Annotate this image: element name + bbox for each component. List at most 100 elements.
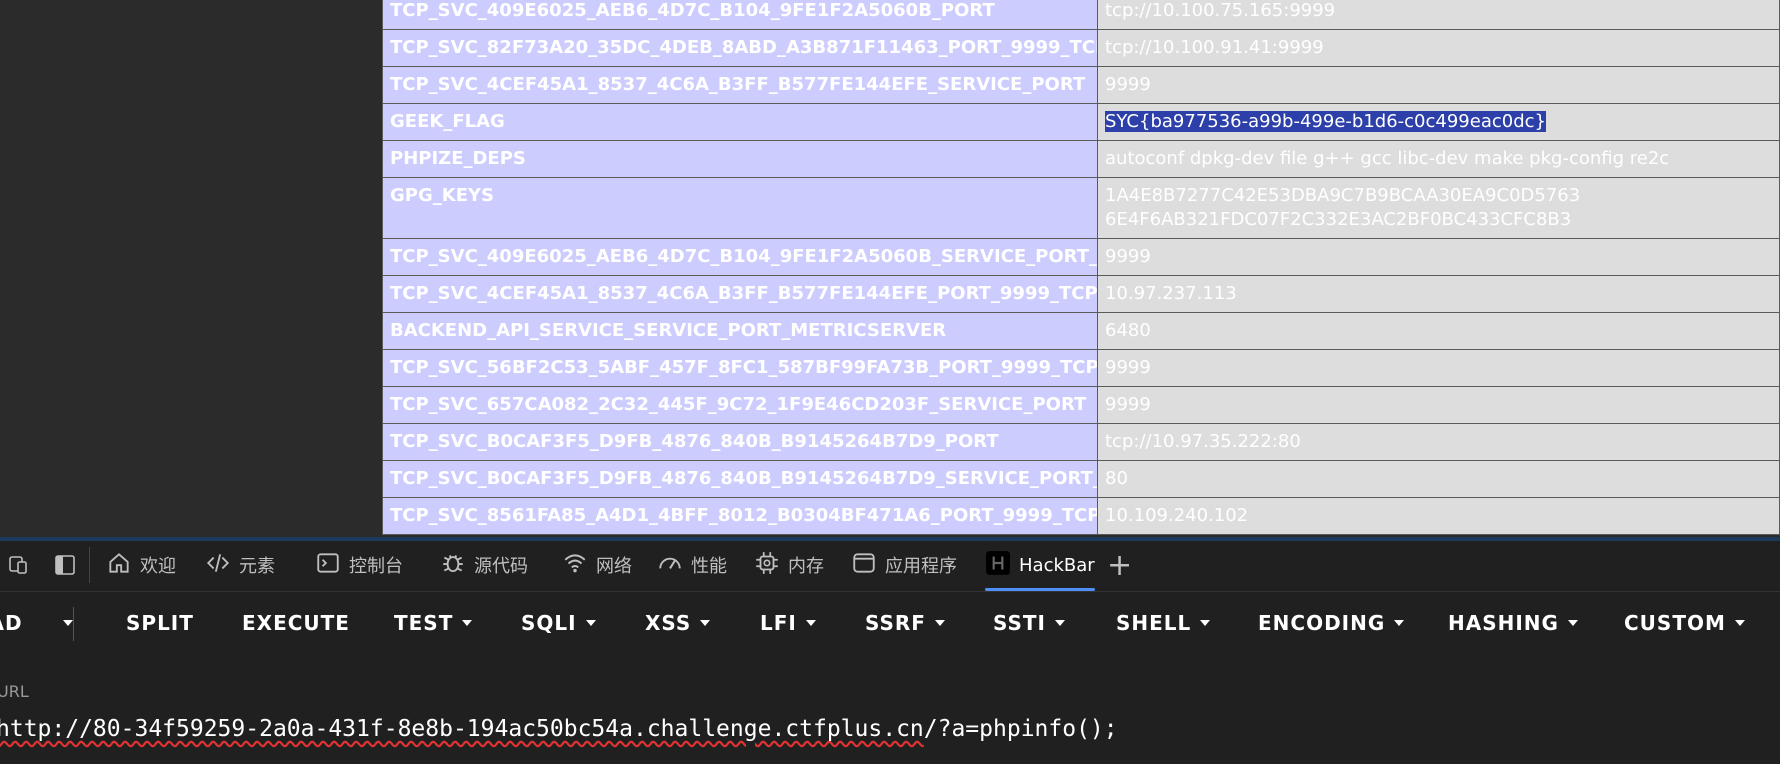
dropdown-caret-icon <box>700 620 711 626</box>
toolbar-button-label: ENCODING <box>1258 611 1386 635</box>
env-key: TCP_SVC_56BF2C53_5ABF_457F_8FC1_587BF99F… <box>382 349 1098 387</box>
env-value: 80 <box>1097 460 1780 498</box>
env-row: TCP_SVC_B0CAF3F5_D9FB_4876_840B_B9145264… <box>382 423 1780 461</box>
env-value-line: 1A4E8B7277C42E53DBA9C7B9BCAA30EA9C0D5763 <box>1105 185 1581 206</box>
chip-icon <box>754 550 788 581</box>
add-tab-icon[interactable]: + <box>1107 541 1132 589</box>
env-row: TCP_SVC_56BF2C53_5ABF_457F_8FC1_587BF99F… <box>382 349 1780 387</box>
env-key: TCP_SVC_409E6025_AEB6_4D7C_B104_9FE1F2A5… <box>382 238 1098 276</box>
tab-label: 元素 <box>239 556 275 577</box>
env-value: autoconf dpkg-dev file g++ gcc libc-dev … <box>1097 140 1780 178</box>
active-tab-indicator <box>985 588 1095 591</box>
gauge-icon <box>657 550 691 581</box>
custom-button[interactable]: CUSTOM <box>1624 593 1745 653</box>
env-value: 9999 <box>1097 386 1780 424</box>
toolbar-button-label: LFI <box>760 611 797 635</box>
toolbar-button-label: CUSTOM <box>1624 611 1726 635</box>
devtools-tabbar: 欢迎 元素 控制台 源代码 网络 性能 内存 应用程序 HackBar + <box>0 541 1780 592</box>
url-path: /?a=phpinfo(); <box>923 716 1118 742</box>
env-value: tcp://10.100.91.41:9999 <box>1097 29 1780 67</box>
toolbar-button-label: EXECUTE <box>242 611 350 635</box>
env-row: GEEK_FLAG SYC{ba977536-a99b-499e-b1d6-c0c… <box>382 103 1780 141</box>
env-key: GEEK_FLAG <box>382 103 1098 141</box>
env-key: TCP_SVC_4CEF45A1_8537_4C6A_B3FF_B577FE14… <box>382 275 1098 313</box>
home-icon <box>106 550 140 581</box>
sqli-button[interactable]: SQLI <box>521 593 596 653</box>
env-value: tcp://10.100.75.165:9999 <box>1097 0 1780 30</box>
xss-button[interactable]: XSS <box>645 593 711 653</box>
tab-label: 内存 <box>788 556 824 577</box>
tab-chip[interactable]: 内存 <box>754 541 824 589</box>
env-key: TCP_SVC_B0CAF3F5_D9FB_4876_840B_B9145264… <box>382 423 1098 461</box>
tab-hackbar[interactable]: HackBar <box>985 541 1095 591</box>
lfi-button[interactable]: LFI <box>760 593 816 653</box>
dropdown-caret-icon <box>585 620 596 626</box>
bug-icon <box>440 550 474 581</box>
env-value: 9999 <box>1097 349 1780 387</box>
toolbar-button-label: SPLIT <box>126 611 194 635</box>
hackbar-url-area: URL http://80-34f59259-2a0a-431f-8e8b-19… <box>0 666 1780 764</box>
env-key: PHPIZE_DEPS <box>382 140 1098 178</box>
toolbar-button-label: SQLI <box>521 611 577 635</box>
toolbar-button-label: XSS <box>645 611 692 635</box>
env-row: PHPIZE_DEPS autoconf dpkg-dev file g++ gc… <box>382 140 1780 178</box>
console-icon <box>315 550 349 581</box>
env-key: TCP_SVC_8561FA85_A4D1_4BFF_8012_B0304BF4… <box>382 497 1098 535</box>
shell-button[interactable]: SHELL <box>1116 593 1211 653</box>
tab-wifi[interactable]: 网络 <box>562 541 632 589</box>
env-key: TCP_SVC_4CEF45A1_8537_4C6A_B3FF_B577FE14… <box>382 66 1098 104</box>
url-input[interactable]: http://80-34f59259-2a0a-431f-8e8b-194ac5… <box>0 716 1118 742</box>
env-value: tcp://10.97.35.222:80 <box>1097 423 1780 461</box>
env-row: GPG_KEYS 1A4E8B7277C42E53DBA9C7B9BCAA30EA… <box>382 177 1780 239</box>
dropdown-caret-icon <box>1055 620 1065 626</box>
dock-side-icon[interactable] <box>53 541 85 589</box>
page-viewport: TCP_SVC_409E6025_AEB6_4D7C_B104_9FE1F2A5… <box>0 0 1780 537</box>
url-host: http://80-34f59259-2a0a-431f-8e8b-194ac5… <box>0 716 924 742</box>
env-value: 9999 <box>1097 238 1780 276</box>
env-value: 6480 <box>1097 312 1780 350</box>
env-key: TCP_SVC_409E6025_AEB6_4D7C_B104_9FE1F2A5… <box>382 0 1098 30</box>
tab-window[interactable]: 应用程序 <box>851 541 957 589</box>
tab-label: 欢迎 <box>140 556 176 577</box>
dropdown-caret-icon <box>1394 620 1405 626</box>
env-key: GPG_KEYS <box>382 177 1098 239</box>
ssti-button[interactable]: SSTI <box>993 593 1065 653</box>
hashing-button[interactable]: HASHING <box>1448 593 1578 653</box>
encoding-button[interactable]: ENCODING <box>1258 593 1405 653</box>
devtools-panel: 欢迎 元素 控制台 源代码 网络 性能 内存 应用程序 HackBar + LOAD SPLIT E… <box>0 541 1780 764</box>
dropdown-caret-icon <box>462 620 473 626</box>
tab-code[interactable]: 元素 <box>205 541 275 589</box>
test-button[interactable]: TEST <box>394 593 473 653</box>
env-key: TCP_SVC_82F73A20_35DC_4DEB_8ABD_A3B871F1… <box>382 29 1098 67</box>
hackbar-icon <box>985 550 1019 581</box>
tab-gauge[interactable]: 性能 <box>657 541 727 589</box>
env-value: 1A4E8B7277C42E53DBA9C7B9BCAA30EA9C0D5763… <box>1097 177 1780 239</box>
ssrf-button[interactable]: SSRF <box>865 593 945 653</box>
dropdown-caret-icon <box>934 620 945 626</box>
env-row: TCP_SVC_B0CAF3F5_D9FB_4876_840B_B9145264… <box>382 460 1780 498</box>
toolbar-button-label: HASHING <box>1448 611 1559 635</box>
load-button[interactable]: LOAD <box>0 593 73 653</box>
tab-label: 网络 <box>596 556 632 577</box>
selected-flag-text[interactable]: SYC{ba977536-a99b-499e-b1d6-c0c499eac0dc… <box>1105 111 1546 132</box>
env-key: TCP_SVC_B0CAF3F5_D9FB_4876_840B_B9145264… <box>382 460 1098 498</box>
device-emulation-icon[interactable] <box>8 541 40 589</box>
tab-home[interactable]: 欢迎 <box>106 541 176 589</box>
env-value: 9999 <box>1097 66 1780 104</box>
phpinfo-environment-table: TCP_SVC_409E6025_AEB6_4D7C_B104_9FE1F2A5… <box>382 0 1780 535</box>
env-row: BACKEND_API_SERVICE_SERVICE_PORT_METRICS… <box>382 312 1780 350</box>
dropdown-caret-icon <box>1200 620 1211 626</box>
env-row: TCP_SVC_409E6025_AEB6_4D7C_B104_9FE1F2A5… <box>382 0 1780 30</box>
toolbar-button-label: SSRF <box>865 611 926 635</box>
env-value: 10.97.237.113 <box>1097 275 1780 313</box>
tab-bug[interactable]: 源代码 <box>440 541 528 589</box>
execute-button[interactable]: EXECUTE <box>242 593 350 653</box>
toolbar-button-label: SSTI <box>993 611 1046 635</box>
env-key: TCP_SVC_657CA082_2C32_445F_9C72_1F9E46CD… <box>382 386 1098 424</box>
tab-label: HackBar <box>1019 554 1095 576</box>
tab-label: 性能 <box>691 556 727 577</box>
split-button[interactable]: SPLIT <box>126 593 194 653</box>
toolbar-button-label: SHELL <box>1116 611 1192 635</box>
tab-console[interactable]: 控制台 <box>315 541 403 589</box>
env-row: TCP_SVC_657CA082_2C32_445F_9C72_1F9E46CD… <box>382 386 1780 424</box>
